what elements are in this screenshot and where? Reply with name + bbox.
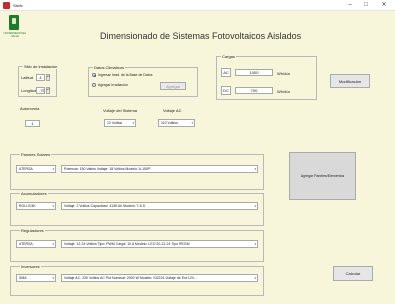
inverters-label: Inversores	[20, 264, 41, 269]
regulator-brand-value: ATERSA	[19, 242, 33, 246]
ac-label: AC	[221, 68, 231, 77]
regulator-model-select[interactable]: Voltaje: 12-24 Voltios Tipo: PWM Carga: …	[61, 240, 258, 248]
calculate-button[interactable]: Calcular	[333, 266, 373, 281]
ac-load-input[interactable]: 1000	[235, 69, 273, 76]
longitude-input[interactable]: -75	[36, 87, 45, 94]
solar-panel-brand-select[interactable]: ATERSA ▾	[16, 165, 56, 173]
radio-database[interactable]: Ingresar Irrad. de la Base de Datos	[92, 73, 152, 77]
batteries-label: Acumuladores	[20, 191, 48, 196]
latitude-input[interactable]: 4	[36, 74, 45, 81]
dc-label: DC	[221, 86, 231, 95]
system-voltage-select[interactable]: 12 Voltios ▾	[104, 119, 136, 127]
dc-load-input[interactable]: 700	[235, 87, 273, 94]
add-irradiation-button[interactable]: Agregar	[160, 82, 186, 90]
ac-voltage-value: 110 Voltios	[161, 121, 178, 125]
chevron-down-icon: ▾	[52, 167, 54, 171]
chevron-down-icon: ▾	[52, 242, 54, 246]
chevron-down-icon: ▾	[254, 242, 256, 246]
solar-panel-spec: Potencia: 150 Vatios Voltaje: 18 Voltios…	[64, 167, 151, 171]
battery-spec: Voltaje: 2 Voltios Capacidad: 4136 Ah Mo…	[64, 204, 146, 208]
location-group-title: Sitio de instalación	[23, 64, 59, 69]
latitude-label: Latitud	[21, 75, 34, 80]
radio-manual[interactable]: Agregar Irradiación	[92, 83, 128, 87]
battery-model-select[interactable]: Voltaje: 2 Voltios Capacidad: 4136 Ah Mo…	[61, 202, 258, 210]
radio-manual-label: Agregar Irradiación	[98, 83, 128, 87]
battery-brand-select[interactable]: ROLLS/4K ▾	[16, 202, 56, 210]
ac-unit: Wh/día	[277, 71, 290, 76]
autonomy-input[interactable]: 1	[25, 120, 40, 127]
add-panels-elements-button[interactable]: Agregar Paneles/Elementos	[289, 152, 356, 200]
solar-panels-label: Paneles Solares	[20, 152, 52, 157]
radio-unselected-icon	[92, 83, 96, 87]
title-bar: Sistfv – □ ✕	[0, 0, 395, 11]
radio-database-label: Ingresar Irrad. de la Base de Datos	[98, 73, 153, 77]
chevron-down-icon: ▾	[52, 276, 54, 280]
chevron-down-icon: ▾	[254, 204, 256, 208]
inverter-brand-select[interactable]: SMA ▾	[16, 274, 56, 282]
solar-panel-brand-value: ATERSA	[19, 167, 33, 171]
chevron-down-icon: ▾	[254, 276, 256, 280]
main-panel: UNIVERSIDAD DEL VALLE Dimensionado de Si…	[0, 11, 395, 304]
window-title: Sistfv	[13, 3, 23, 8]
close-button[interactable]: ✕	[377, 1, 391, 10]
longitude-spinner[interactable]: ▴▾	[46, 87, 50, 94]
chevron-down-icon: ▾	[254, 167, 256, 171]
system-voltage-label: Voltaje del Sistema	[103, 108, 138, 113]
longitude-label: Longitud	[21, 88, 37, 93]
inverter-model-select[interactable]: Voltaje AC: 230 Voltios AC Pot.Nominal: …	[61, 274, 258, 282]
edit-loads-button[interactable]: Modificación	[330, 74, 370, 88]
app-icon	[3, 2, 10, 9]
system-voltage-value: 12 Voltios	[107, 121, 123, 125]
chevron-down-icon: ▾	[191, 121, 193, 125]
minimize-button[interactable]: –	[343, 1, 357, 10]
university-logo-icon	[9, 15, 19, 30]
solar-panel-model-select[interactable]: Potencia: 150 Vatios Voltaje: 18 Voltios…	[61, 165, 258, 173]
page-title: Dimensionado de Sistemas Fotovoltaicos A…	[100, 31, 302, 41]
regulator-spec: Voltaje: 12-24 Voltios Tipo: PWM Carga: …	[64, 242, 190, 246]
battery-brand-value: ROLLS/4K	[19, 204, 36, 208]
regulators-label: Reguladores	[20, 228, 45, 233]
inverter-spec: Voltaje AC: 230 Voltios AC Pot.Nominal: …	[64, 276, 197, 280]
chevron-down-icon: ▾	[52, 204, 54, 208]
dc-unit: Wh/día	[277, 89, 290, 94]
ac-voltage-label: Voltaje AC	[163, 108, 182, 113]
logo-text: UNIVERSIDAD DEL VALLE	[3, 32, 27, 38]
regulator-brand-select[interactable]: ATERSA ▾	[16, 240, 56, 248]
maximize-button[interactable]: □	[359, 1, 373, 10]
inverter-brand-value: SMA	[19, 276, 27, 280]
loads-group-title: Cargas	[221, 54, 236, 59]
chevron-down-icon: ▾	[132, 121, 134, 125]
latitude-spinner[interactable]: ▴▾	[46, 74, 50, 81]
ac-voltage-select[interactable]: 110 Voltios ▾	[158, 119, 195, 127]
climate-data-group-title: Datos Climáticos	[93, 65, 126, 70]
autonomy-label: Autonomía	[20, 106, 40, 111]
radio-selected-icon	[92, 73, 96, 77]
